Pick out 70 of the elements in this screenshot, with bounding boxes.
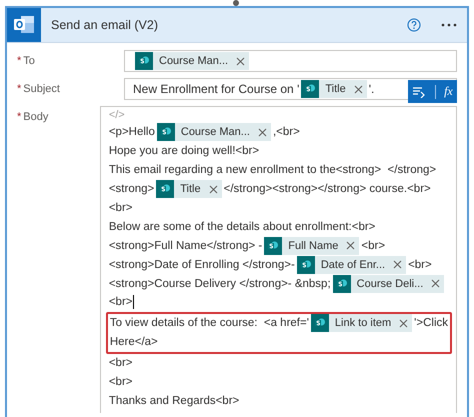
expression-button[interactable]: fx [444,84,453,99]
dynamic-content-token[interactable]: Title [301,80,367,98]
body-text: '>Click [414,317,448,330]
body-text: <br> [108,357,132,370]
token-label: Title [324,83,347,95]
close-icon[interactable] [208,184,218,194]
required-mark: * [17,83,22,97]
body-editor[interactable] [100,106,457,413]
body-text: This email regarding a new enrollment to the<strong> </strong> [108,164,436,176]
close-icon[interactable] [393,260,402,270]
body-text: Thanks and Regards<br> [108,394,240,407]
body-text: </strong><strong></strong> course.<br> [224,183,431,196]
field-label: To [23,55,35,69]
body-text: Below are some of the details about enrollment:<br> [108,220,376,233]
dynamic-content-token[interactable]: Course Man... [156,123,271,142]
required-mark: * [17,111,22,125]
input-field[interactable]: Course Man... [124,50,457,72]
body-text: <strong>Full Name</strong> - [108,240,262,252]
body-text: To view details of the course: <a href=' [110,317,309,330]
dynamic-content-token[interactable]: Link to item [310,314,412,332]
body-text: <strong>Course Delivery </strong>- &nbsp; [108,278,331,290]
sharepoint-icon [135,52,153,70]
sharepoint-icon [301,80,320,98]
sharepoint-icon [156,180,174,198]
sharepoint-icon [264,236,282,255]
close-icon[interactable] [354,84,363,94]
sharepoint-icon [296,256,315,274]
body-text: <br> [108,296,132,308]
token-label: Full Name [287,240,340,252]
field-label: Body [23,111,48,125]
close-icon[interactable] [236,56,246,66]
outlook-icon [7,8,41,42]
token-label: Link to item [334,317,392,330]
body-text: Hope you are doing well!<br> [108,145,260,158]
close-icon[interactable] [399,318,408,328]
connector-dot [233,0,239,6]
dynamic-content-token[interactable]: Full Name [264,236,360,255]
dynamic-content-token[interactable]: Course Deli... [332,274,444,293]
token-label: Course Deli... [356,278,424,290]
sharepoint-icon [156,123,175,142]
body-text: <strong>Date of Enrolling </strong>- [108,258,295,271]
more-icon[interactable] [441,23,457,27]
close-icon[interactable] [258,128,267,137]
token-label: Course Man... [158,55,230,67]
token-label: Course Man... [180,126,251,138]
field-label: Subject [23,83,60,97]
card-title: Send an email (V2) [50,18,160,32]
body-text: <br> [108,376,132,388]
body-text: <strong> [108,183,154,196]
close-icon[interactable] [346,241,356,250]
body-text: <br> [361,240,386,252]
required-mark: * [17,55,22,69]
body-text: '. [368,82,374,96]
input-field[interactable]: New Enrollment for Course on ' Title '. fx [124,78,457,100]
token-label: Date of Enr... [320,258,386,271]
sharepoint-icon [332,274,351,293]
help-icon[interactable] [407,18,421,32]
dynamic-content-token[interactable]: Course Man... [135,52,250,70]
close-icon[interactable] [431,279,440,288]
body-text: <br> [408,258,432,271]
body-text: <p>Hello [108,126,155,138]
body-text: ,<br> [272,126,300,138]
token-label: Title [179,183,202,196]
dynamic-content-token[interactable]: Title [156,180,222,198]
dynamic-content-token[interactable]: Date of Enr... [296,256,406,274]
body-text: Here</a> [110,336,158,348]
body-text: <br> [108,202,132,214]
dynamic-content-icon[interactable] [412,86,426,98]
body-text: New Enrollment for Course on ' [133,82,300,96]
sharepoint-icon [310,314,329,332]
